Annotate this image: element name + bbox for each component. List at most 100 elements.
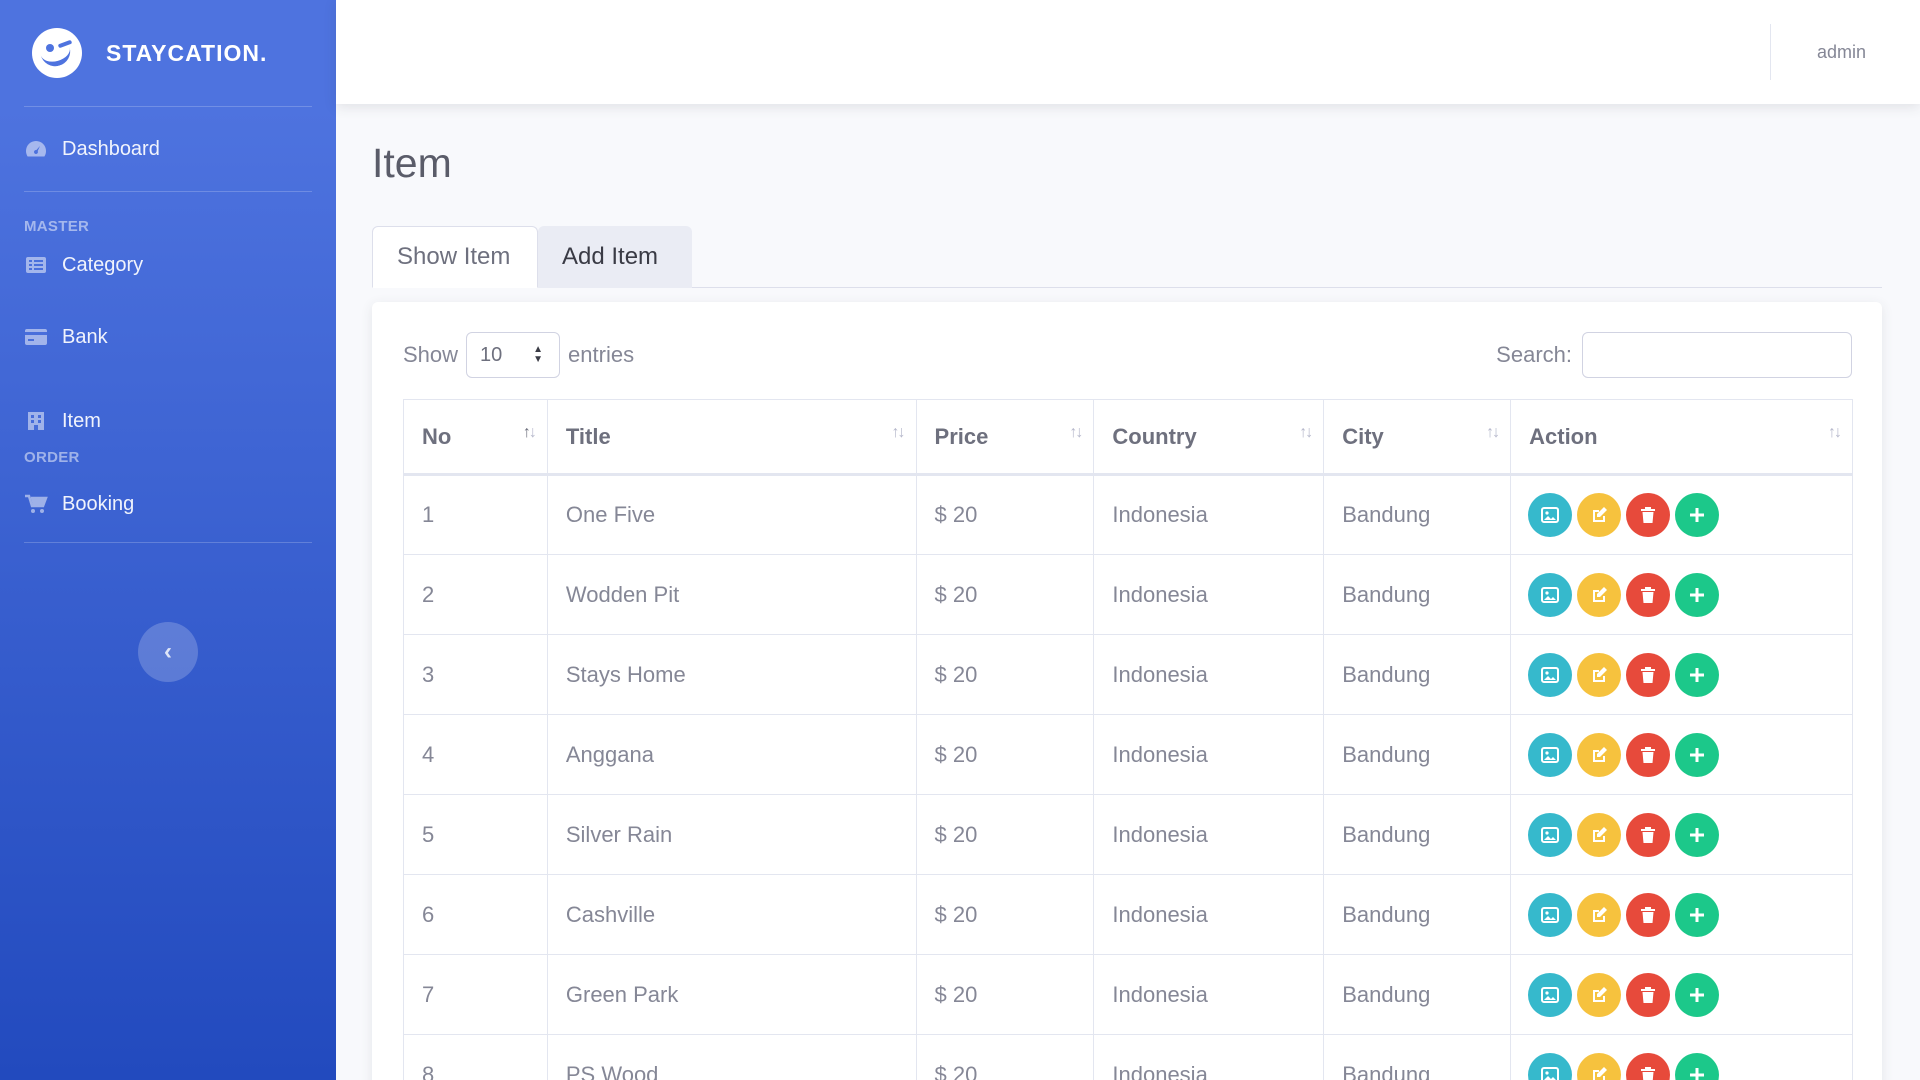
sidebar-divider [24,191,312,192]
delete-button[interactable] [1626,652,1671,697]
cell-city: Bandung [1323,634,1512,715]
plus-icon [1689,987,1705,1003]
sidebar-item-bank[interactable]: Bank [0,295,336,379]
cell-city: Bandung [1323,794,1512,875]
plus-icon [1689,1067,1705,1080]
column-header-title[interactable]: Title ↑↓ [546,399,917,476]
plus-icon [1689,667,1705,683]
add-detail-button[interactable] [1675,812,1720,857]
delete-button[interactable] [1626,972,1671,1017]
cell-no: 8 [403,1034,548,1080]
delete-button[interactable] [1626,493,1671,537]
edit-button[interactable] [1577,972,1622,1017]
cell-city: Bandung [1323,874,1512,955]
sidebar-heading-master: MASTER [24,218,90,235]
delete-button[interactable] [1626,572,1671,617]
column-header-country[interactable]: Country ↑↓ [1093,399,1325,476]
entries-select[interactable]: 10 ▲ ▼ [466,332,561,378]
sort-icon: ↑↓ [1299,424,1313,441]
edit-button[interactable] [1577,652,1622,697]
tachometer-icon [24,139,48,159]
delete-button[interactable] [1626,732,1671,777]
cell-price: $ 20 [915,874,1095,955]
plus-icon [1689,507,1705,523]
add-detail-button[interactable] [1675,572,1720,617]
chevron-left-icon: ‹ [164,638,172,665]
cell-title: Cashville [546,874,917,955]
sidebar-toggle-button[interactable]: ‹ [138,622,198,682]
add-detail-button[interactable] [1675,493,1720,537]
trash-icon [1641,666,1656,683]
entries-length-control: Show 10 ▲ ▼ entries [403,332,634,378]
delete-button[interactable] [1626,892,1671,937]
view-image-button[interactable] [1528,572,1573,617]
search-label: Search: [1496,342,1572,367]
cell-title: Stays Home [546,634,917,715]
cell-country: Indonesia [1093,714,1325,795]
cell-city: Bandung [1323,714,1512,795]
table-row: 5 Silver Rain $ 20 Indonesia Bandung [403,794,1853,875]
edit-icon [1590,746,1608,764]
cell-country: Indonesia [1093,634,1325,715]
view-image-button[interactable] [1528,812,1573,857]
column-header-price[interactable]: Price ↑↓ [915,399,1095,476]
cell-title: Silver Rain [546,794,917,875]
cell-price: $ 20 [915,714,1095,795]
brand[interactable]: STAYCATION. [0,0,336,106]
view-image-button[interactable] [1528,1052,1573,1080]
edit-button[interactable] [1577,572,1622,617]
user-menu[interactable]: admin [1817,0,1866,104]
add-detail-button[interactable] [1675,652,1720,697]
table-row: 8 PS Wood $ 20 Indonesia Bandung [403,1034,1853,1080]
trash-icon [1641,746,1656,763]
tab-add-item[interactable]: Add Item [538,226,692,288]
delete-button[interactable] [1626,1052,1671,1080]
image-icon [1541,986,1560,1003]
add-detail-button[interactable] [1675,732,1720,777]
edit-button[interactable] [1577,892,1622,937]
delete-button[interactable] [1626,812,1671,857]
cell-country: Indonesia [1093,554,1325,635]
sidebar-divider [24,542,312,543]
edit-button[interactable] [1577,493,1622,537]
view-image-button[interactable] [1528,732,1573,777]
credit-card-icon [24,327,48,347]
search-input[interactable] [1582,332,1852,378]
sidebar-item-booking[interactable]: Booking [0,466,336,542]
cell-title: Green Park [546,954,917,1035]
cell-price: $ 20 [915,554,1095,635]
sidebar-heading-order: ORDER [24,449,80,466]
view-image-button[interactable] [1528,972,1573,1017]
show-label: Show [403,342,459,367]
add-detail-button[interactable] [1675,892,1720,937]
sidebar-item-dashboard[interactable]: Dashboard [0,107,336,191]
cell-actions [1510,554,1853,635]
sidebar-item-label: Dashboard [62,137,160,160]
edit-button[interactable] [1577,1052,1622,1080]
cell-no: 6 [403,874,548,955]
view-image-button[interactable] [1528,892,1573,937]
shopping-cart-icon [24,494,48,514]
cell-title: Wodden Pit [546,554,917,635]
cell-price: $ 20 [915,474,1095,555]
image-icon [1541,666,1560,683]
tab-show-item[interactable]: Show Item [372,226,538,288]
edit-icon [1590,1066,1608,1080]
edit-icon [1590,666,1608,684]
cell-no: 5 [403,794,548,875]
cell-price: $ 20 [915,954,1095,1035]
column-header-no[interactable]: No ↑↓ [403,399,548,476]
edit-button[interactable] [1577,732,1622,777]
cell-actions [1510,874,1853,955]
table-row: 4 Anggana $ 20 Indonesia Bandung [403,714,1853,795]
sidebar-item-category[interactable]: Category [0,235,336,295]
entries-select-value: 10 [480,343,503,366]
plus-icon [1689,907,1705,923]
add-detail-button[interactable] [1675,1052,1720,1080]
add-detail-button[interactable] [1675,972,1720,1017]
edit-button[interactable] [1577,812,1622,857]
view-image-button[interactable] [1528,652,1573,697]
column-header-action[interactable]: Action ↑↓ [1510,399,1853,476]
view-image-button[interactable] [1528,493,1573,537]
column-header-city[interactable]: City ↑↓ [1323,399,1512,476]
